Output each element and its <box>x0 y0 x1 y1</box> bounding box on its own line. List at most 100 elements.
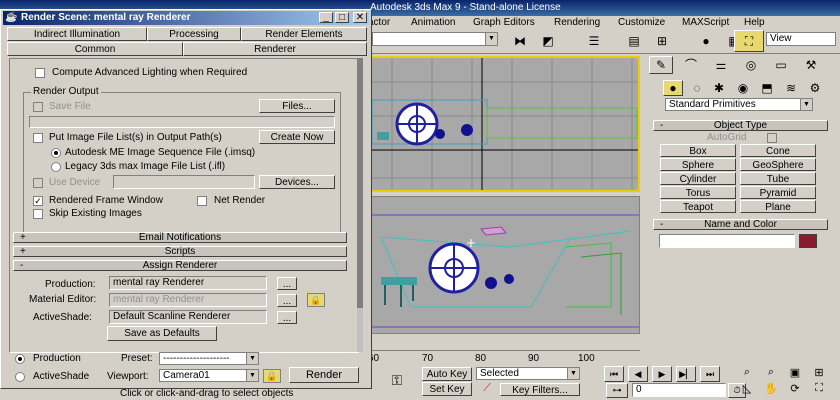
scripts-rollout[interactable]: + Scripts <box>13 246 347 257</box>
pan-icon[interactable]: ✋ <box>762 382 780 396</box>
object-color-swatch[interactable] <box>799 234 817 248</box>
spacewarps-icon[interactable]: ≋ <box>781 80 801 96</box>
current-frame-field[interactable]: 0 <box>632 383 726 397</box>
tab-common[interactable]: Common <box>7 42 183 56</box>
key-mode-toggle-icon[interactable]: ⊶ <box>606 383 628 398</box>
device-field[interactable] <box>113 175 255 189</box>
box-button[interactable]: Box <box>660 144 736 157</box>
radio-ifl[interactable] <box>51 162 61 172</box>
play-icon[interactable]: ▶ <box>652 366 672 382</box>
files-button[interactable]: Files... <box>259 99 335 113</box>
email-notifications-rollout[interactable]: + Email Notifications <box>13 232 347 243</box>
cylinder-button[interactable]: Cylinder <box>660 172 736 185</box>
create-now-button[interactable]: Create Now <box>259 130 335 144</box>
key-filters-button[interactable]: Key Filters... <box>500 383 580 396</box>
activeshade-radio[interactable] <box>15 372 25 382</box>
set-key-button[interactable]: Set Key <box>422 382 472 396</box>
close-button[interactable]: ✕ <box>353 12 367 23</box>
menu-item-rendering[interactable]: Rendering <box>554 17 600 29</box>
torus-button[interactable]: Torus <box>660 186 736 199</box>
helpers-icon[interactable]: ⬒ <box>757 80 777 96</box>
orbit-icon[interactable]: ⟳ <box>786 382 804 396</box>
hierarchy-tab-icon[interactable]: ⚌ <box>709 56 733 74</box>
dialog-scrollbar[interactable] <box>357 58 363 352</box>
geometry-icon[interactable]: ● <box>663 80 683 96</box>
lights-icon[interactable]: ✱ <box>709 80 729 96</box>
set-key-tangent-icon[interactable]: ⟋ <box>478 382 496 396</box>
selection-set-dropdown[interactable]: ▼ <box>372 32 498 46</box>
activeshade-browse-button[interactable]: ... <box>277 311 297 324</box>
schematic-view-icon[interactable]: ⊞ <box>650 30 674 52</box>
primitive-category-dropdown[interactable]: Standard Primitives ▼ <box>665 98 813 111</box>
viewport-top[interactable] <box>370 56 640 192</box>
maximize-button[interactable]: □ <box>335 12 349 23</box>
preset-dropdown[interactable]: -------------------- ▼ <box>159 352 259 365</box>
menu-item-maxscript[interactable]: MAXScript <box>682 17 729 29</box>
display-tab-icon[interactable]: ▭ <box>769 56 793 74</box>
align-icon[interactable]: ◩ <box>536 30 560 52</box>
material-browse-button[interactable]: ... <box>277 294 297 307</box>
tube-button[interactable]: Tube <box>740 172 816 185</box>
key-mode-dropdown[interactable]: Selected ▼ <box>476 367 580 380</box>
put-image-checkbox[interactable] <box>33 133 43 143</box>
material-editor-icon[interactable]: ● <box>694 30 718 52</box>
render-type-dropdown[interactable]: View <box>766 32 836 46</box>
teapot-button[interactable]: Teapot <box>660 200 736 213</box>
curve-editor-icon[interactable]: ▤ <box>622 30 646 52</box>
field-of-view-icon[interactable]: ◺ <box>738 382 756 396</box>
save-as-defaults-button[interactable]: Save as Defaults <box>107 326 217 341</box>
name-color-rollout-header[interactable]: - Name and Color <box>653 219 828 230</box>
object-name-field[interactable] <box>659 234 795 248</box>
cone-button[interactable]: Cone <box>740 144 816 157</box>
pyramid-button[interactable]: Pyramid <box>740 186 816 199</box>
quick-render-icon[interactable]: ⛶ <box>734 30 764 52</box>
object-type-rollout-header[interactable]: - Object Type <box>653 120 828 131</box>
geosphere-button[interactable]: GeoSphere <box>740 158 816 171</box>
utilities-tab-icon[interactable]: ⚒ <box>799 56 823 74</box>
zoom-extents-all-icon[interactable]: ⊞ <box>810 366 828 380</box>
shapes-icon[interactable]: ◌ <box>687 80 707 96</box>
lock-icon[interactable]: 🔒 <box>307 293 325 307</box>
minimize-button[interactable]: _ <box>319 12 333 23</box>
skip-existing-checkbox[interactable] <box>33 209 43 219</box>
create-tab-icon[interactable]: ✎ <box>649 56 673 74</box>
next-frame-icon[interactable]: ▶▏ <box>676 366 696 382</box>
mirror-icon[interactable]: ⧓ <box>508 30 532 52</box>
systems-icon[interactable]: ⚙ <box>805 80 825 96</box>
devices-button[interactable]: Devices... <box>259 175 335 189</box>
render-button[interactable]: Render <box>289 367 359 383</box>
timeline[interactable]: 60 70 80 90 100 <box>360 350 640 366</box>
zoom-extents-icon[interactable]: ▣ <box>786 366 804 380</box>
sphere-button[interactable]: Sphere <box>660 158 736 171</box>
menu-item-animation[interactable]: Animation <box>411 17 455 29</box>
save-file-checkbox[interactable] <box>33 102 43 112</box>
viewport-perspective[interactable] <box>370 196 640 334</box>
zoom-all-icon[interactable]: ⌕ <box>762 366 780 380</box>
production-radio[interactable] <box>15 354 25 364</box>
auto-key-button[interactable]: Auto Key <box>422 367 472 381</box>
compute-advanced-checkbox[interactable] <box>35 68 45 78</box>
radio-imsq[interactable] <box>51 148 61 158</box>
autogrid-checkbox[interactable] <box>767 133 777 143</box>
tab-indirect-illumination[interactable]: Indirect Illumination <box>7 27 147 41</box>
net-render-checkbox[interactable] <box>197 196 207 206</box>
scrollbar-thumb[interactable] <box>357 58 363 308</box>
tab-render-elements[interactable]: Render Elements <box>241 27 367 41</box>
viewport-dropdown[interactable]: Camera01 ▼ <box>159 369 259 382</box>
go-to-end-icon[interactable]: ⏭ <box>700 366 720 382</box>
zoom-icon[interactable]: ⌕ <box>738 366 756 380</box>
use-device-checkbox[interactable] <box>33 178 43 188</box>
menu-item-graph-editors[interactable]: Graph Editors <box>473 17 535 29</box>
output-path-field[interactable] <box>29 116 335 128</box>
cameras-icon[interactable]: ◉ <box>733 80 753 96</box>
production-browse-button[interactable]: ... <box>277 277 297 290</box>
tab-renderer[interactable]: Renderer <box>183 42 367 56</box>
rendered-frame-window-checkbox[interactable]: ✓ <box>33 196 43 206</box>
tab-processing[interactable]: Processing <box>147 27 241 41</box>
plane-button[interactable]: Plane <box>740 200 816 213</box>
layer-manager-icon[interactable]: ☰ <box>582 30 606 52</box>
viewport-lock-icon[interactable]: 🔒 <box>263 369 281 383</box>
modify-tab-icon[interactable]: ⌒ <box>679 56 703 74</box>
assign-renderer-rollout[interactable]: - Assign Renderer <box>13 260 347 271</box>
motion-tab-icon[interactable]: ◎ <box>739 56 763 74</box>
